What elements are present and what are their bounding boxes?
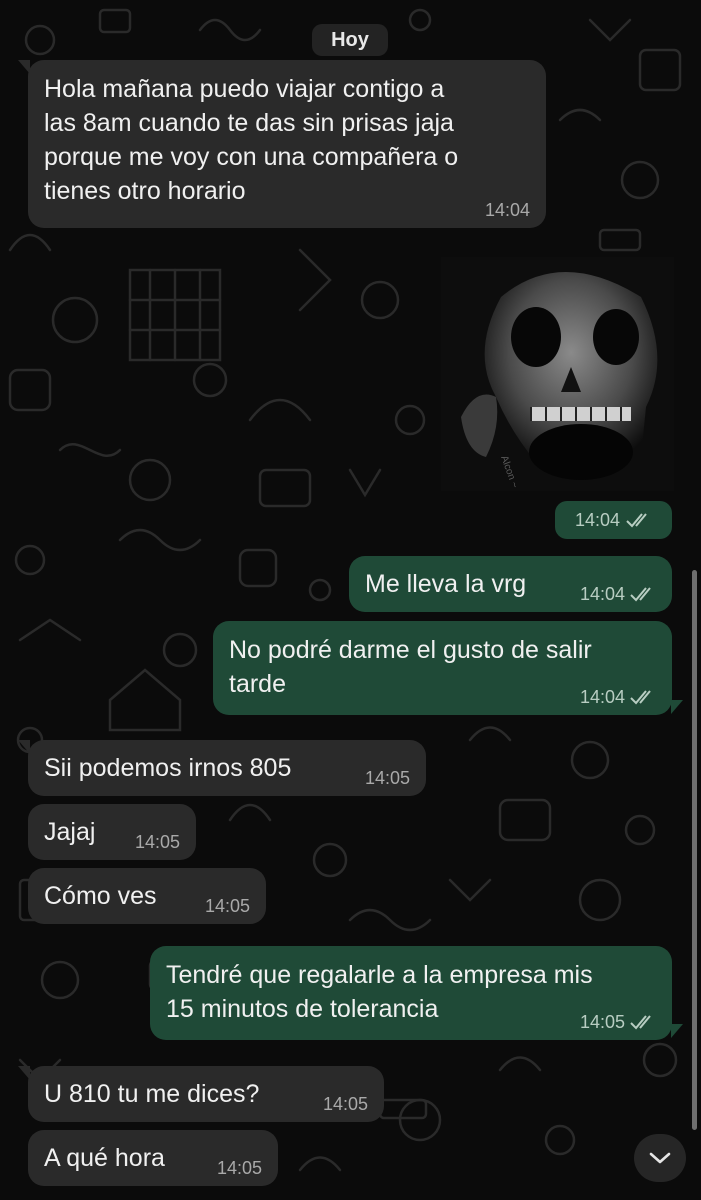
incoming-message[interactable]: A qué hora 14:05	[28, 1130, 278, 1186]
timestamp-text: 14:04	[579, 687, 625, 707]
outgoing-message[interactable]: No podré darme el gusto de salir tarde 1…	[213, 621, 672, 715]
message-timestamp: 14:05	[323, 1094, 368, 1114]
message-timestamp: 14:05	[365, 768, 410, 788]
incoming-message[interactable]: Cómo ves 14:05	[28, 868, 266, 924]
message-text-line: Sii podemos irnos 805	[44, 754, 292, 782]
message-text-line: porque me voy con una compañera o	[44, 143, 459, 171]
scrollbar[interactable]	[692, 570, 697, 1130]
chevron-down-icon	[649, 1152, 671, 1164]
timestamp-text: 14:05	[204, 896, 250, 916]
timestamp-text: 14:05	[579, 1012, 625, 1032]
incoming-message[interactable]: Sii podemos irnos 805 14:05	[28, 740, 426, 796]
timestamp-text: 14:05	[364, 768, 410, 788]
incoming-message[interactable]: U 810 tu me dices? 14:05	[28, 1066, 384, 1122]
message-text-line: Hola mañana puedo viajar contigo a	[44, 75, 445, 103]
scroll-to-bottom-button[interactable]	[634, 1134, 686, 1182]
image-timestamp: 14:04	[555, 501, 672, 539]
skull-image: Alcon ~	[441, 257, 674, 491]
double-check-icon	[626, 513, 647, 528]
message-timestamp: 14:05	[135, 832, 180, 852]
timestamp-text: 14:05	[216, 1158, 262, 1178]
double-check-icon	[630, 690, 651, 705]
message-text-line: Tendré que regalarle a la empresa mis	[166, 961, 593, 989]
incoming-message[interactable]: Jajaj 14:05	[28, 804, 196, 860]
bubble-tail	[671, 700, 683, 714]
message-timestamp: 14:05	[580, 1012, 656, 1032]
message-timestamp: 14:04	[580, 687, 656, 707]
outgoing-message[interactable]: Tendré que regalarle a la empresa mis 15…	[150, 946, 672, 1040]
double-check-icon	[630, 587, 651, 602]
message-text-line: las 8am cuando te das sin prisas jaja	[44, 109, 454, 137]
timestamp-text: 14:04	[574, 509, 621, 530]
date-separator-label: Hoy	[331, 28, 369, 51]
message-timestamp: 14:05	[217, 1158, 262, 1178]
incoming-message[interactable]: Hola mañana puedo viajar contigo a las 8…	[28, 60, 546, 228]
timestamp-text: 14:05	[322, 1094, 368, 1114]
image-message[interactable]: Alcon ~	[441, 257, 674, 491]
date-separator: Hoy	[312, 24, 388, 56]
message-text-line: No podré darme el gusto de salir	[229, 636, 592, 664]
timestamp-text: 14:05	[134, 832, 180, 852]
message-text-line: tienes otro horario	[44, 177, 246, 205]
message-timestamp: 14:04	[485, 200, 530, 220]
timestamp-text: 14:04	[484, 200, 530, 220]
message-timestamp: 14:04	[580, 584, 656, 604]
timestamp-text: 14:04	[579, 584, 625, 604]
double-check-icon	[630, 1015, 651, 1030]
outgoing-message[interactable]: Me lleva la vrg 14:04	[349, 556, 672, 612]
message-timestamp: 14:05	[205, 896, 250, 916]
message-text-line: U 810 tu me dices?	[44, 1080, 260, 1108]
bubble-tail	[671, 1024, 683, 1038]
